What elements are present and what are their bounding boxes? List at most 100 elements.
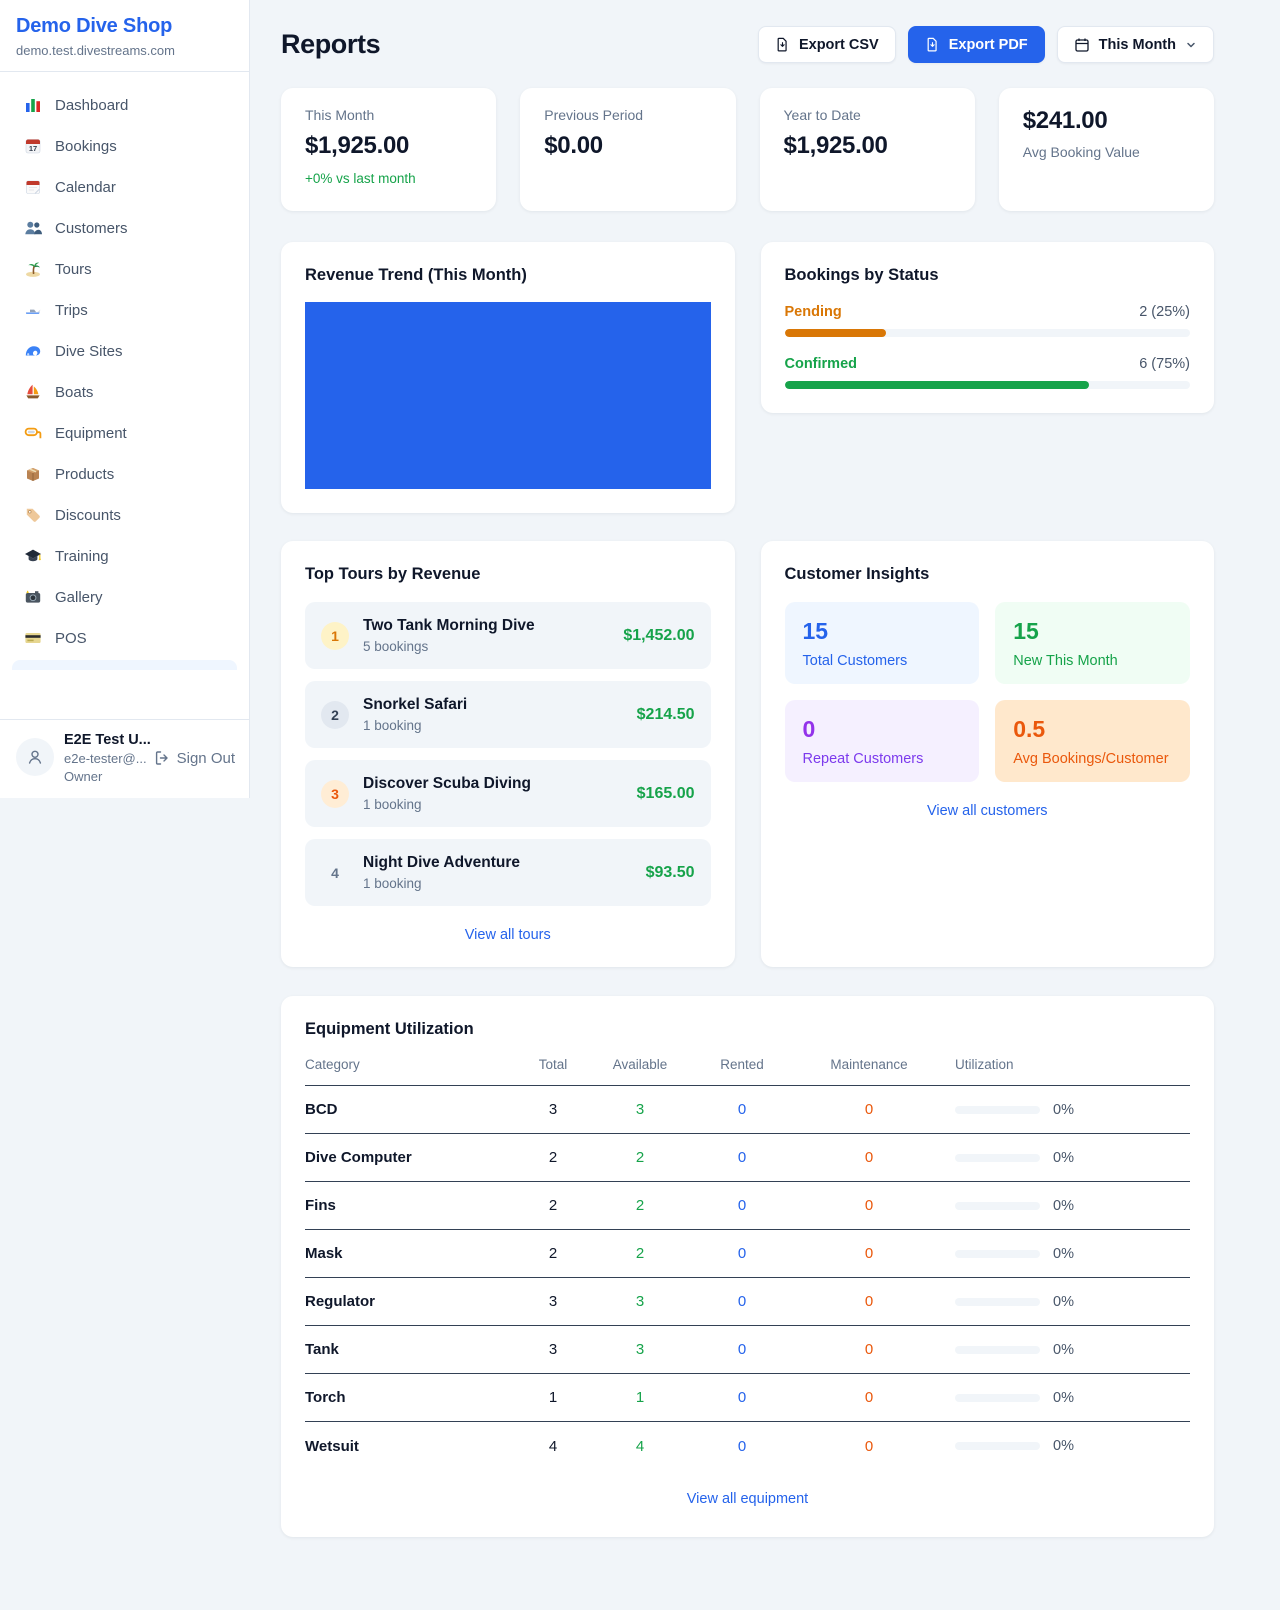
sidebar-item-active-partial[interactable] [12,660,237,670]
customer-insights-title: Customer Insights [785,565,1191,584]
tile-value: 15 [803,618,962,645]
page-header: Reports Export CSV Export PDF This Month [281,26,1214,63]
equipment-rented: 0 [679,1341,805,1358]
equipment-category: Fins [305,1197,505,1214]
tour-row: 3 Discover Scuba Diving 1 booking $165.0… [305,760,711,827]
sidebar-item-bookings[interactable]: 17 Bookings [12,127,237,165]
tile-value: 0.5 [1013,716,1172,743]
export-pdf-button[interactable]: Export PDF [908,26,1045,63]
status-label: Confirmed [785,356,858,372]
brand-name[interactable]: Demo Dive Shop [16,15,233,38]
view-all-equipment-link[interactable]: View all equipment [305,1491,1190,1507]
utilization-bar [955,1298,1040,1306]
user-section: E2E Test U... e2e-tester@... Owner Sign … [0,719,249,798]
tile-new-this-month: 15 New This Month [995,602,1190,684]
sidebar-item-dashboard[interactable]: Dashboard [12,86,237,124]
equipment-available: 1 [601,1389,679,1406]
equipment-available: 2 [601,1245,679,1262]
sidebar-item-trips[interactable]: Trips [12,291,237,329]
tile-label: Avg Bookings/Customer [1013,751,1172,767]
equipment-table-header: Category Total Available Rented Maintena… [305,1047,1190,1086]
equipment-category: Tank [305,1341,505,1358]
rank-badge: 2 [321,701,349,729]
utilization-percent: 0% [1053,1102,1074,1118]
brand-domain: demo.test.divestreams.com [16,43,233,58]
equipment-rented: 0 [679,1245,805,1262]
equipment-maintenance: 0 [805,1245,933,1262]
tour-amount: $93.50 [646,864,695,882]
user-meta: E2E Test U... e2e-tester@... Owner [64,732,144,784]
sidebar-nav: Dashboard 17 Bookings Calendar Customers… [0,72,249,670]
sidebar-item-boats[interactable]: Boats [12,373,237,411]
utilization-percent: 0% [1053,1246,1074,1262]
sidebar-item-gallery[interactable]: Gallery [12,578,237,616]
table-row: Wetsuit 4 4 0 0 0% [305,1422,1190,1470]
progress-fill-pending [785,329,886,337]
export-pdf-label: Export PDF [949,37,1028,53]
stat-value: $241.00 [1023,107,1190,135]
stat-card-year-to-date: Year to Date $1,925.00 [760,88,975,211]
tour-row: 2 Snorkel Safari 1 booking $214.50 [305,681,711,748]
sidebar-item-label: Training [55,548,109,565]
calendar-outline-icon [1074,37,1090,53]
equipment-available: 3 [601,1101,679,1118]
tour-bookings: 5 bookings [363,639,609,654]
sidebar-item-pos[interactable]: POS [12,619,237,657]
progress-track [785,329,1191,337]
period-dropdown[interactable]: This Month [1057,26,1214,63]
credit-card-icon [24,629,42,647]
island-icon [24,260,42,278]
sidebar-item-training[interactable]: Training [12,537,237,575]
sidebar-item-label: Trips [55,302,88,319]
sign-out-button[interactable]: Sign Out [154,750,235,767]
column-header-category: Category [305,1057,505,1072]
equipment-total: 2 [505,1149,601,1166]
wave-icon [24,342,42,360]
equipment-maintenance: 0 [805,1389,933,1406]
view-all-customers-link[interactable]: View all customers [785,803,1191,819]
tag-icon [24,506,42,524]
tour-amount: $1,452.00 [623,627,694,645]
equipment-total: 2 [505,1245,601,1262]
rank-badge: 3 [321,780,349,808]
equipment-category: Regulator [305,1293,505,1310]
svg-text:17: 17 [29,144,37,153]
sailboat-icon [24,383,42,401]
equipment-category: Dive Computer [305,1149,505,1166]
sidebar-item-customers[interactable]: Customers [12,209,237,247]
sidebar-header: Demo Dive Shop demo.test.divestreams.com [0,0,249,72]
status-row-confirmed: Confirmed 6 (75%) [785,356,1191,389]
sidebar-item-calendar[interactable]: Calendar [12,168,237,206]
revenue-trend-title: Revenue Trend (This Month) [305,266,711,285]
speedboat-icon [24,301,42,319]
table-row: Tank 3 3 0 0 0% [305,1326,1190,1374]
equipment-total: 1 [505,1389,601,1406]
tile-label: New This Month [1013,653,1172,669]
tour-amount: $165.00 [637,785,695,803]
utilization-percent: 0% [1053,1150,1074,1166]
sidebar-item-label: Bookings [55,138,117,155]
equipment-category: BCD [305,1101,505,1118]
tour-name: Two Tank Morning Dive [363,617,609,635]
sidebar-item-discounts[interactable]: Discounts [12,496,237,534]
sidebar-item-label: Tours [55,261,92,278]
equipment-total: 3 [505,1341,601,1358]
view-all-tours-link[interactable]: View all tours [305,927,711,943]
tile-value: 15 [1013,618,1172,645]
stat-label: Avg Booking Value [1023,144,1190,160]
sidebar-item-label: Equipment [55,425,127,442]
main-content: Reports Export CSV Export PDF This Month… [250,0,1280,1537]
stat-label: Year to Date [784,107,951,123]
equipment-total: 3 [505,1101,601,1118]
sidebar-item-tours[interactable]: Tours [12,250,237,288]
status-count: 6 (75%) [1139,356,1190,372]
export-csv-button[interactable]: Export CSV [758,26,896,63]
tour-bookings: 1 booking [363,876,632,891]
calendar-icon [24,178,42,196]
equipment-maintenance: 0 [805,1438,933,1455]
dashboard-icon [24,96,42,114]
rank-badge: 1 [321,622,349,650]
sidebar-item-products[interactable]: Products [12,455,237,493]
sidebar-item-equipment[interactable]: Equipment [12,414,237,452]
sidebar-item-dive-sites[interactable]: Dive Sites [12,332,237,370]
